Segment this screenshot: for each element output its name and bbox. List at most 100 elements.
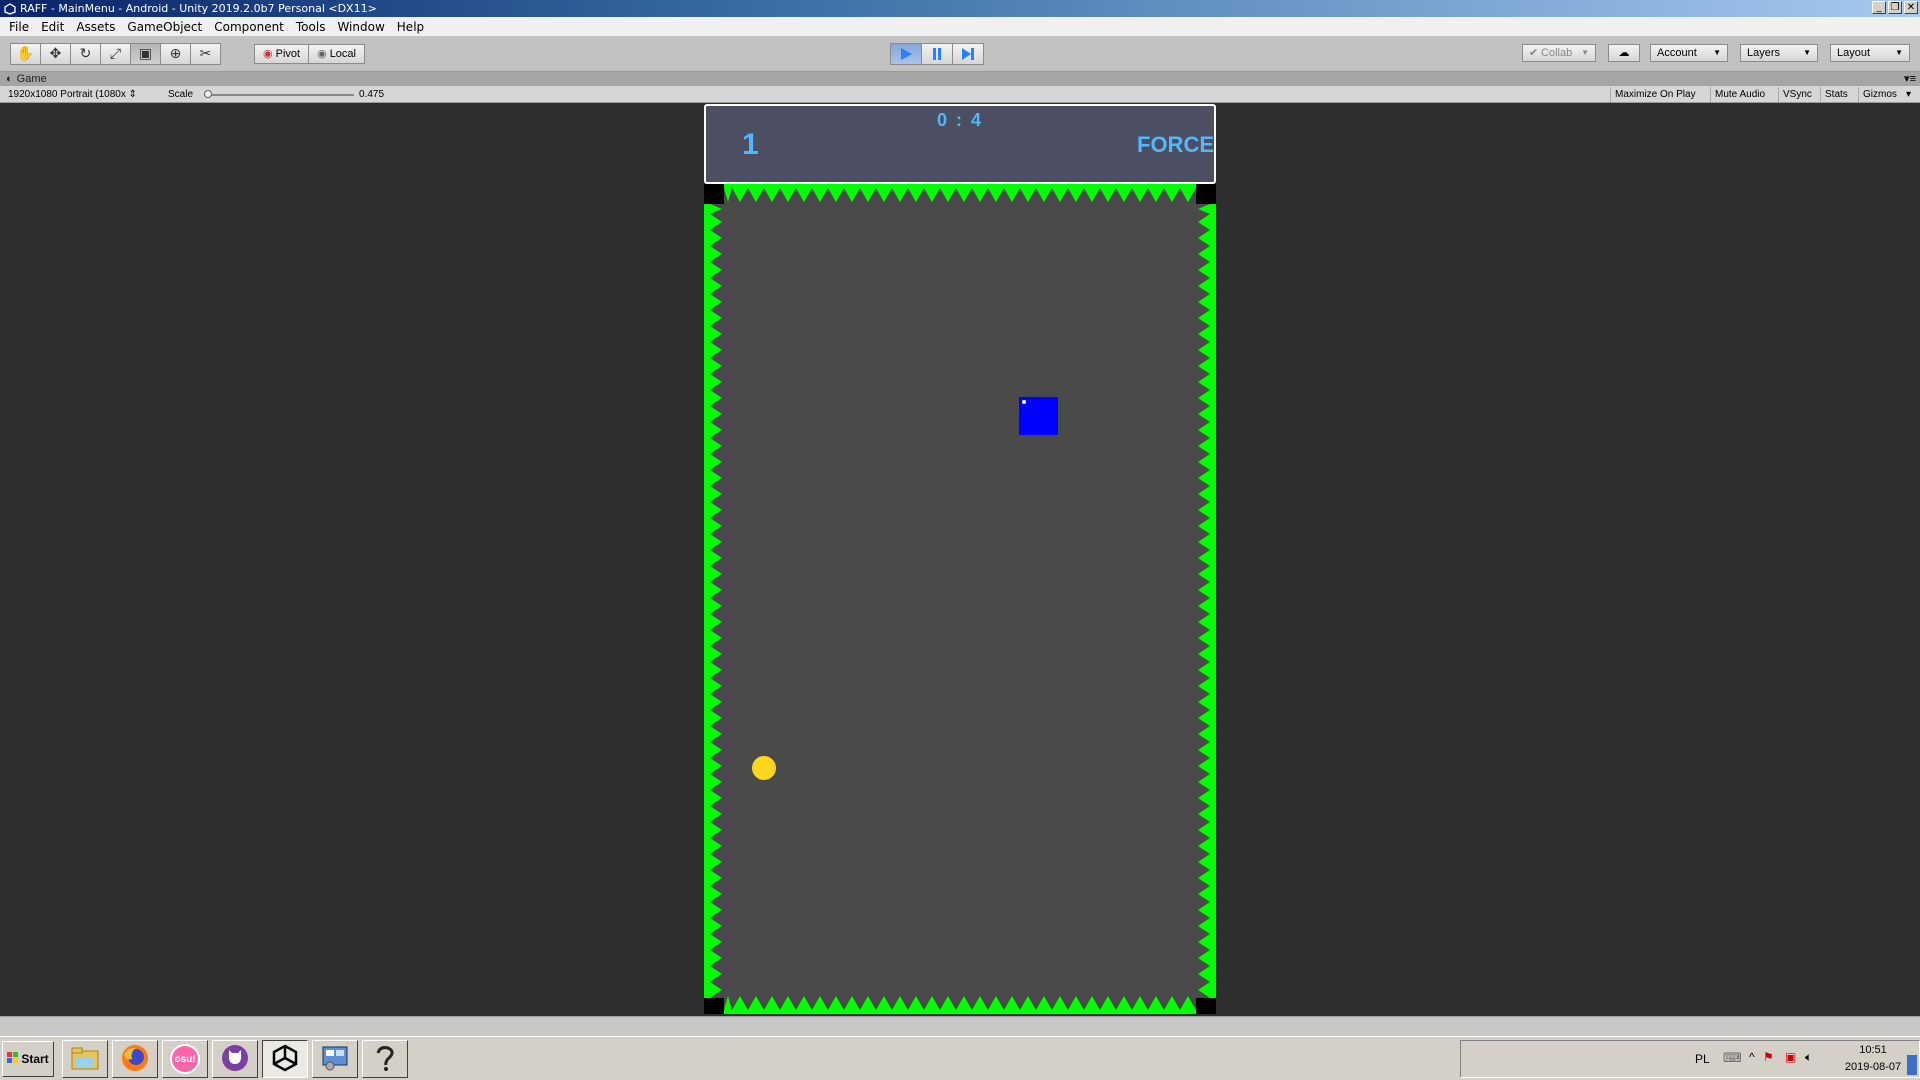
player-eye [1022,400,1026,404]
layers-label: Layers [1747,47,1781,59]
transform-tool-button[interactable]: ⊕ [160,43,191,65]
custom-tool-icon: ✂ [199,46,212,62]
menu-window[interactable]: Window [331,20,390,34]
menu-tools[interactable]: Tools [290,20,332,34]
move-icon: ✥ [49,46,62,62]
chevron-down-icon: ▼ [1713,48,1721,57]
taskbar-cat-app[interactable] [212,1040,258,1078]
cloud-button[interactable]: ☁ [1608,44,1640,62]
taskbar-file-explorer[interactable] [62,1040,108,1078]
menu-help[interactable]: Help [391,20,430,34]
scale-slider[interactable] [204,90,354,98]
close-button[interactable]: ✕ [1904,1,1918,14]
corner-block-top-left [704,184,724,204]
scale-label: Scale [168,89,194,100]
pivot-toggle-button[interactable]: ◉ Pivot [254,44,310,64]
taskbar: Start osu! PL ⌨ ^ ⚑ ▣ 🔈︎ 10:51 2019-08-0… [0,1036,1920,1080]
corner-block-bottom-right [1196,998,1216,1014]
keyboard-icon[interactable]: ⌨ [1723,1050,1742,1066]
window-title: RAFF - MainMenu - Android - Unity 2019.2… [20,2,377,15]
clock-date[interactable]: 2019-08-07 [1835,1061,1911,1073]
rotate-icon: ↻ [79,46,92,62]
tab-menu-icon[interactable]: ▾≡ [1904,72,1916,86]
local-label: Local [329,48,356,60]
menu-assets[interactable]: Assets [70,20,121,34]
local-icon: ◉ [317,48,327,60]
window-titlebar: RAFF - MainMenu - Android - Unity 2019.2… [0,0,1920,17]
chevron-updown-icon: ⇕ [128,89,138,100]
stats-toggle[interactable]: Stats [1820,87,1852,102]
start-label: Start [21,1052,49,1066]
rect-icon: ▣ [138,46,153,62]
system-tray: PL ⌨ ^ ⚑ ▣ 🔈︎ 10:51 2019-08-07 [1460,1040,1920,1078]
show-desktop-button[interactable] [1907,1055,1917,1075]
taskbar-osu[interactable]: osu! [162,1040,208,1078]
pause-icon [933,48,941,60]
account-dropdown[interactable]: Account ▼ [1650,44,1728,62]
flag-icon[interactable]: ⚑ [1763,1050,1774,1064]
vsync-toggle[interactable]: VSync [1778,87,1816,102]
step-button[interactable] [952,43,984,65]
account-label: Account [1657,47,1697,59]
hand-tool-button[interactable]: ✋ [10,43,41,65]
menu-component[interactable]: Component [208,20,290,34]
ink-app-icon [370,1043,400,1076]
restore-button[interactable]: ❐ [1888,1,1902,14]
rect-tool-button[interactable]: ▣ [130,43,161,65]
cloud-icon: ☁ [1618,47,1630,59]
game-tab-bar: ◐ Game ▾≡ [0,72,1920,86]
transform-icon: ⊕ [169,46,182,62]
collab-dropdown[interactable]: ✔ Collab ▼ [1522,44,1596,62]
scale-tool-button[interactable]: ⤢ [100,43,131,65]
taskbar-firefox[interactable] [112,1040,158,1078]
game-view-controls: 1920x1080 Portrait (1080x ⇕ Scale 0.475 … [0,86,1920,103]
game-tab-icon: ◐ [6,73,13,85]
game-arena[interactable] [704,184,1216,1014]
local-toggle-button[interactable]: ◉ Local [308,44,365,64]
hand-icon: ✋ [16,46,35,62]
show-hidden-icons-icon[interactable]: ^ [1749,1050,1755,1064]
language-indicator[interactable]: PL [1695,1052,1710,1066]
windows-logo-icon [7,1051,19,1067]
osu-label: osu! [174,1053,196,1065]
chevron-down-icon: ▼ [1581,48,1589,57]
gizmos-dropdown[interactable]: Gizmos [1858,87,1901,102]
menu-file[interactable]: File [3,20,35,34]
custom-tool-button[interactable]: ✂ [190,43,221,65]
control-panel-icon [320,1044,350,1075]
menu-edit[interactable]: Edit [35,20,70,34]
menu-gameobject[interactable]: GameObject [121,20,208,34]
layers-dropdown[interactable]: Layers ▼ [1740,44,1818,62]
network-icon[interactable]: ▣ [1785,1050,1796,1064]
osu-icon: osu! [170,1044,200,1074]
hud-force-label: FORCE [1137,132,1214,157]
step-icon [962,48,974,60]
chevron-down-icon: ▼ [1803,48,1811,57]
taskbar-control-panel[interactable] [312,1040,358,1078]
pivot-label: Pivot [275,48,301,60]
play-button[interactable] [890,43,922,65]
taskbar-unity[interactable] [262,1040,308,1078]
main-toolbar: ✋ ✥ ↻ ⤢ ▣ ⊕ ✂ ◉ Pivot ◉ Local ✔ Collab ▼ [0,36,1920,72]
start-button[interactable]: Start [2,1041,54,1077]
chevron-down-icon[interactable]: ▾ [1906,88,1911,101]
minimize-button[interactable]: _ [1872,1,1886,14]
resolution-dropdown[interactable]: 1920x1080 Portrait (1080x ⇕ [8,88,137,101]
rotate-tool-button[interactable]: ↻ [70,43,101,65]
coin [752,756,776,780]
game-hud: 0 : 4 1 FORCE [704,104,1216,184]
move-tool-button[interactable]: ✥ [40,43,71,65]
game-screen[interactable]: 0 : 4 1 FORCE [704,104,1216,1014]
clock-time[interactable]: 10:51 [1843,1044,1903,1056]
mute-audio-toggle[interactable]: Mute Audio [1710,87,1769,102]
unity-icon [270,1043,300,1076]
file-explorer-icon [70,1045,100,1074]
taskbar-ink-app[interactable] [362,1040,408,1078]
scale-slider-thumb[interactable] [204,90,212,98]
game-tab[interactable]: ◐ Game [6,72,47,86]
pause-button[interactable] [921,43,953,65]
layout-dropdown[interactable]: Layout ▼ [1830,44,1910,62]
volume-icon[interactable]: 🔈︎ [1805,1050,1812,1065]
maximize-on-play-toggle[interactable]: Maximize On Play [1610,87,1700,102]
cat-app-icon [220,1043,250,1076]
